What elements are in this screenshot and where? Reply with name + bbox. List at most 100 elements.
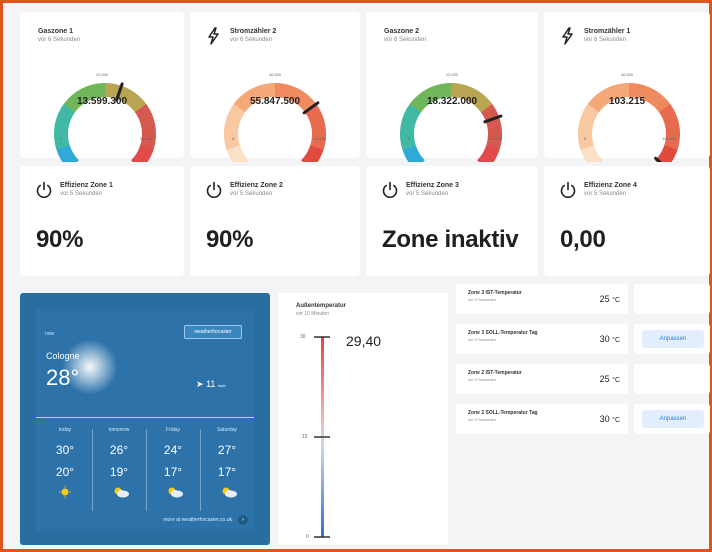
thermometer-tick-label: 15: [302, 434, 308, 440]
weather-more-button[interactable]: ›: [238, 515, 248, 525]
gauge-arc-segment: [483, 110, 499, 121]
zone-temp-name: Zone 2 SOLL-Temperatur Tag: [468, 410, 538, 416]
gauge-mid-label: 12.000: [445, 72, 459, 77]
weather-widget[interactable]: now weatherforcaster Cologne 28° ➤ 11 mp…: [20, 293, 270, 545]
efficiency-card-zone-3[interactable]: Effizienz Zone 3 vor 5 Sekunden Zone ina…: [366, 166, 538, 276]
gauge-arc-segment: [664, 139, 680, 147]
zone-temp-value: 25 °C: [599, 374, 620, 384]
gauge-arc-segment: [224, 121, 240, 129]
zone-temp-row[interactable]: Zone 3 IST-Temperatur vor 5 Sekunden 25 …: [456, 284, 628, 314]
weather-wind: ➤ 11 mph: [196, 379, 226, 390]
gauge-arc-segment: [661, 110, 677, 121]
gauge-arc-segment: [400, 121, 416, 129]
gauge-max-label: 24.000: [140, 136, 153, 141]
gauge-arc-segment: [89, 84, 97, 99]
sun-icon: [58, 485, 72, 498]
gauge-arc-segment: [137, 148, 153, 158]
gauge-arc-segment: [306, 107, 321, 118]
efficiency-card-zone-1[interactable]: Effizienz Zone 1 vor 5 Sekunden 90%: [20, 166, 184, 276]
zone-temp-value: 30 °C: [599, 334, 620, 344]
zone-temp-updated: vor 5 Sekunden: [468, 377, 497, 382]
zone-temp-name: Zone 2 IST-Temperatur: [468, 370, 522, 376]
thermometer-updated: vor 10 Minuten: [296, 311, 330, 317]
efficiency-card-zone-2[interactable]: Effizienz Zone 2 vor 5 Sekunden 90%: [190, 166, 360, 276]
weather-provider-logo[interactable]: weatherforcaster: [184, 325, 242, 339]
gauge-arc-segment: [578, 139, 594, 146]
zone-temp-updated: vor 5 Sekunden: [468, 297, 497, 302]
gauge-max-label: 80.000: [314, 136, 327, 141]
gauge-card-gaszone-2[interactable]: Gaszone 2 vor 6 Sekunden 12.000 18.322.0…: [366, 12, 538, 162]
weather-more-link[interactable]: more at weatherforcaster.co.uk: [163, 517, 232, 523]
gauge-arc-segment: [482, 107, 497, 118]
gauge-arc-segment: [307, 148, 323, 158]
gauge-arc-segment: [480, 153, 495, 162]
gauge-title: Stromzähler 2: [230, 28, 277, 35]
gauge-arc-segment: [578, 121, 594, 129]
gauge-card-stromzaehler-2[interactable]: Stromzähler 2 vor 6 Sekunden 40.000 55.8…: [190, 12, 360, 162]
gauge-arc-segment: [229, 150, 244, 161]
gauge-arc-segment: [661, 148, 677, 158]
forecast-day: tomorrow 26° 19°: [94, 421, 144, 513]
gauge-arc-segment: [309, 145, 324, 154]
gauge-title: Stromzähler 1: [584, 28, 631, 35]
gauge-arc-segment: [656, 155, 668, 162]
zone-temp-updated: vor 5 Sekunden: [468, 337, 497, 342]
gauge-arc-segment: [59, 150, 74, 161]
zone-temp-name: Zone 3 SOLL-Temperatur Tag: [468, 330, 538, 336]
gauge-arc-segment: [140, 122, 156, 129]
zone-temp-row[interactable]: Zone 3 SOLL-Temperatur Tag vor 5 Sekunde…: [456, 324, 628, 354]
gauge-arc-segment: [581, 147, 597, 158]
gauge-arc-segment: [407, 153, 422, 162]
gauge-dial: [400, 83, 503, 162]
gauge-card-gaszone-1[interactable]: Gaszone 1 vor 6 Sekunden 12.000 13.599.3…: [20, 12, 184, 162]
thermometer-bar: [314, 336, 330, 538]
gauge-arc-segment: [226, 114, 241, 123]
gauge-arc-segment: [405, 150, 420, 161]
gauge-arc-segment: [640, 85, 649, 100]
efficiency-value: Zone inaktiv: [382, 226, 519, 253]
zone-temp-row[interactable]: Zone 2 SOLL-Temperatur Tag vor 5 Sekunde…: [456, 404, 628, 434]
forecast-separator: [92, 429, 93, 511]
gauge-arc-segment: [140, 142, 155, 150]
gauge-title: Gaszone 1: [38, 28, 74, 35]
gauge-arc-segment: [609, 85, 618, 100]
gauge-arc-segment: [54, 139, 70, 146]
adjust-button[interactable]: Anpassen: [642, 330, 704, 348]
gauge-arc-segment: [400, 139, 416, 146]
gauge-arc-segment: [56, 145, 71, 154]
efficiency-card-zone-4[interactable]: Effizienz Zone 4 vor 5 Sekunden 0,00: [544, 166, 710, 276]
gauge-arc-segment: [61, 153, 76, 162]
gauge-arc-segment: [412, 155, 423, 162]
forecast-separator: [146, 429, 147, 511]
gauge-arc-segment: [307, 110, 323, 121]
gauge-arc-segment: [302, 155, 314, 162]
wind-unit: mph: [217, 383, 226, 388]
weather-now-label: now: [45, 331, 55, 337]
outside-temperature-card[interactable]: Außentemperatur vor 10 Minuten 29,40 30 …: [278, 293, 448, 545]
gauge-dial: [224, 83, 326, 162]
gauge-dial: [578, 83, 680, 162]
zone-temp-row[interactable]: Zone 2 IST-Temperatur vor 5 Sekunden 25 …: [456, 364, 628, 394]
gauge-title: Gaszone 2: [384, 28, 420, 35]
forecast-low: 20°: [55, 465, 75, 479]
efficiency-updated: vor 5 Sekunden: [584, 191, 627, 197]
wind-speed: 11: [206, 379, 216, 389]
bolt-icon: [208, 27, 219, 45]
gauge-arc-segment: [227, 110, 243, 120]
efficiency-updated: vor 5 Sekunden: [406, 191, 449, 197]
gauge-arc-segment: [637, 84, 645, 99]
efficiency-updated: vor 5 Sekunden: [230, 191, 273, 197]
gauge-arc-segment: [583, 150, 598, 161]
forecast-day-label: tomorrow: [108, 427, 130, 433]
gauge-arc-segment: [251, 86, 262, 102]
gauge-updated: vor 6 Sekunden: [38, 37, 81, 43]
gauge-arc-segment: [585, 153, 600, 162]
gauge-max-label: 24.000: [490, 136, 503, 141]
gauge-updated: vor 6 Sekunden: [584, 37, 627, 43]
forecast-high: 24°: [163, 443, 183, 457]
weather-panel: now weatherforcaster Cologne 28° ➤ 11 mp…: [36, 309, 254, 531]
gauge-arc-segment: [427, 86, 438, 102]
gauge-arc-segment: [310, 118, 325, 126]
adjust-button[interactable]: Anpassen: [642, 410, 704, 428]
gauge-card-stromzaehler-1[interactable]: Stromzähler 1 vor 6 Sekunden 40.000 103.…: [544, 12, 710, 162]
